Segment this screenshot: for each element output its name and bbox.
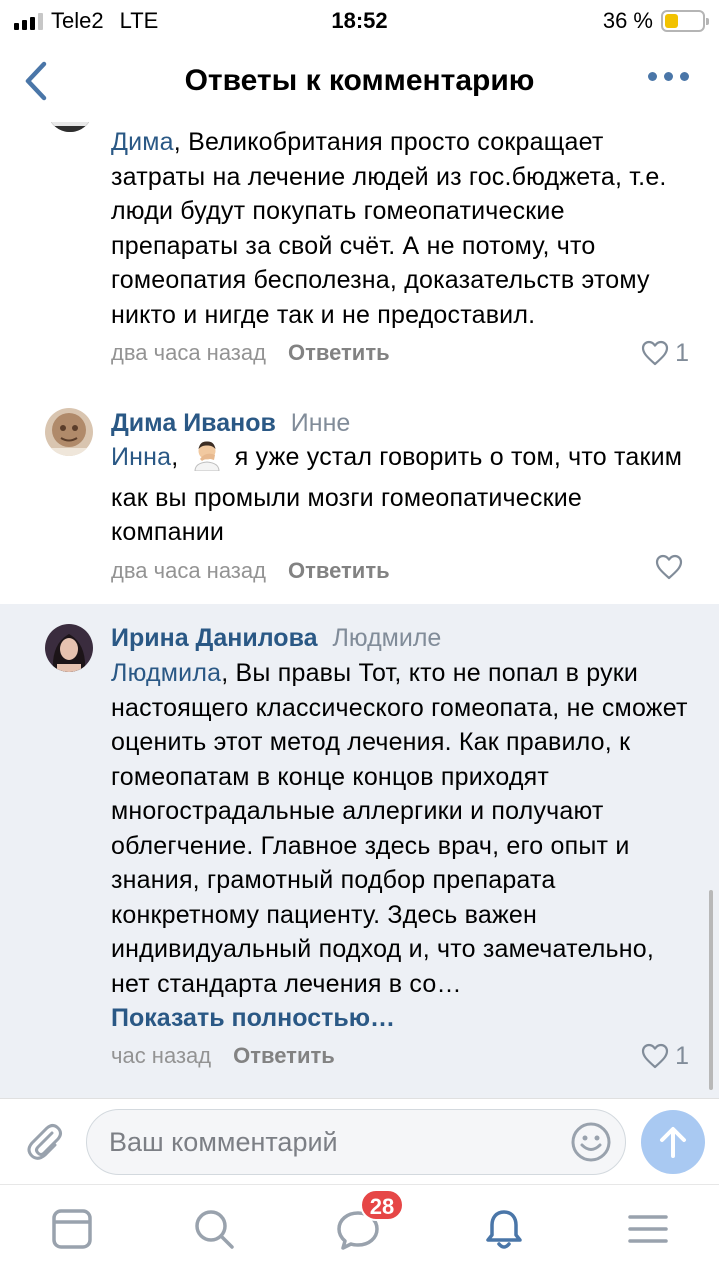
status-bar: Tele2 LTE 18:52 36 %: [0, 0, 719, 40]
arrow-up-icon: [660, 1127, 686, 1158]
battery-icon: [661, 10, 709, 32]
avatar[interactable]: [47, 122, 93, 132]
avatar[interactable]: [45, 408, 93, 456]
like-count: 1: [675, 339, 689, 367]
comment-input-bar: [0, 1098, 719, 1184]
nav-bar: Ответы к комментарию: [0, 40, 719, 122]
comment-time: час назад: [111, 1043, 212, 1068]
comment-time: два часа назад: [111, 557, 266, 583]
author-name[interactable]: Дима Иванов: [111, 409, 276, 437]
heart-icon: [655, 554, 683, 579]
tab-news[interactable]: [48, 1205, 96, 1253]
comment-meta: два часа назад Ответить 1: [111, 336, 689, 370]
avatar[interactable]: [45, 624, 93, 672]
author-line: Дима Иванов Инне: [111, 407, 689, 439]
comment-text: Людмила, Вы правы Тот, кто не попал в ру…: [111, 656, 689, 1001]
comment-text: Дима, Великобритания просто сокращает за…: [111, 125, 689, 332]
tab-bar: 28: [0, 1184, 719, 1280]
emoji-button[interactable]: [569, 1120, 613, 1164]
author-name[interactable]: Ирина Данилова: [111, 624, 318, 652]
author-line: Ирина Данилова Людмиле: [111, 622, 689, 654]
mention-link[interactable]: Инна: [111, 443, 171, 471]
comment-body: Дима, Великобритания просто сокращает за…: [111, 125, 689, 370]
send-button[interactable]: [641, 1110, 705, 1174]
comment-meta: два часа назад Ответить: [111, 554, 689, 588]
comment-text: Инна, я уже устал говорить о том, что та…: [111, 439, 689, 550]
battery-fill: [665, 14, 678, 28]
bell-icon: [486, 1210, 522, 1249]
show-more-link[interactable]: Показать полностью…: [111, 1001, 689, 1035]
mention-link[interactable]: Дима: [111, 128, 174, 156]
newsfeed-icon: [52, 1209, 92, 1249]
reply-button[interactable]: Ответить: [288, 558, 390, 583]
menu-icon: [628, 1215, 668, 1243]
battery-percent: 36 %: [602, 8, 653, 33]
paperclip-icon: [27, 1124, 62, 1160]
man-facepalming-emoji-icon: [192, 439, 222, 481]
comment-text-content: , Великобритания просто сокращает затрат…: [111, 128, 667, 329]
attach-button[interactable]: [22, 1119, 66, 1163]
smile-icon: [571, 1122, 611, 1162]
tab-notifications[interactable]: [480, 1205, 528, 1253]
like-count: 1: [675, 1042, 689, 1070]
mention-link[interactable]: Людмила: [111, 659, 221, 687]
comments-feed[interactable]: Дима, Великобритания просто сокращает за…: [0, 122, 719, 1098]
comment-input[interactable]: [109, 1110, 549, 1174]
messages-badge: 28: [360, 1189, 404, 1221]
comment-item: Дима Иванов Инне Инна, я уже устал говор…: [0, 392, 719, 602]
comment-body: Ирина Данилова Людмиле Людмила, Вы правы…: [111, 622, 689, 1073]
reply-button[interactable]: Ответить: [288, 340, 390, 365]
scrollbar[interactable]: [709, 890, 713, 1090]
reply-button[interactable]: Ответить: [233, 1043, 335, 1068]
status-right: 36 %: [602, 8, 709, 34]
like-button[interactable]: [655, 554, 689, 580]
heart-icon: [641, 340, 669, 366]
more-dots-icon: [648, 72, 657, 81]
comment-item-highlighted: Ирина Данилова Людмиле Людмила, Вы правы…: [0, 604, 719, 1098]
comment-meta: час назад Ответить 1: [111, 1039, 689, 1073]
tab-search[interactable]: [190, 1205, 238, 1253]
search-icon: [195, 1210, 234, 1249]
reply-to-label[interactable]: Инне: [291, 409, 351, 437]
heart-icon: [641, 1043, 669, 1069]
like-button[interactable]: 1: [641, 1039, 689, 1073]
page-title: Ответы к комментарию: [184, 64, 535, 97]
more-button[interactable]: [648, 72, 689, 81]
screen: Tele2 LTE 18:52 36 % Ответы к комментари…: [0, 0, 719, 1280]
comment-body: Дима Иванов Инне Инна, я уже устал говор…: [111, 407, 689, 588]
comment-text-content: , Вы правы Тот, кто не попал в руки наст…: [111, 659, 688, 998]
comment-time: два часа назад: [111, 340, 266, 365]
comment-item: Дима, Великобритания просто сокращает за…: [0, 122, 719, 392]
like-button[interactable]: 1: [641, 336, 689, 370]
comment-field: [86, 1109, 626, 1175]
reply-to-label[interactable]: Людмиле: [332, 624, 441, 652]
tab-menu[interactable]: [624, 1205, 672, 1253]
